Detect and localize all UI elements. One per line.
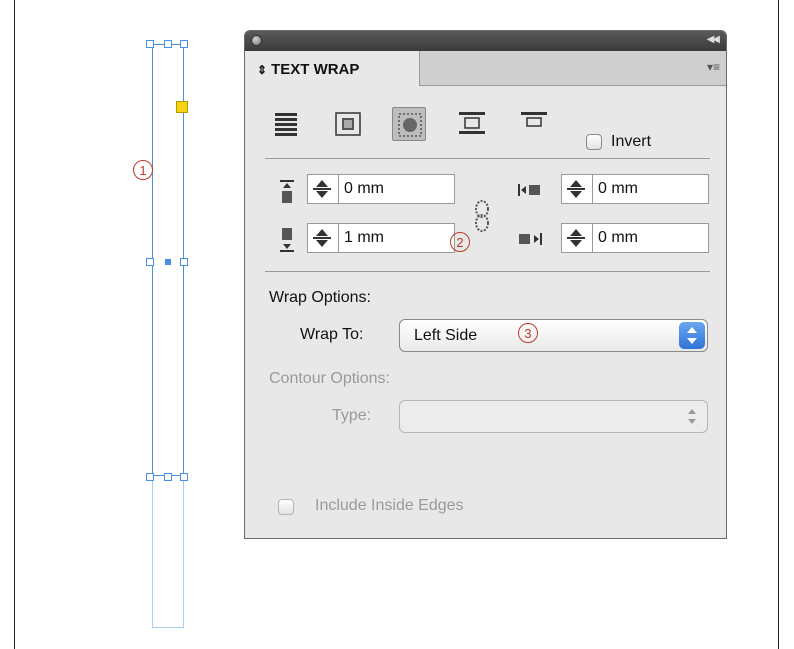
wrap-object-shape-icon — [398, 113, 422, 137]
frame-handle-mid-right[interactable] — [180, 258, 188, 266]
bottom-offset-value[interactable]: 1 mm — [344, 229, 384, 247]
wrap-options-heading: Wrap Options: — [269, 289, 371, 306]
jump-to-next-column-icon — [521, 112, 547, 127]
include-inside-edges-checkbox[interactable] — [278, 499, 294, 515]
wrap-bounding-box-button[interactable] — [331, 107, 365, 141]
left-offset-stepper[interactable]: 0 mm — [561, 174, 709, 204]
tab-label: TEXT WRAP — [271, 61, 360, 78]
callout-2: 2 — [450, 232, 470, 252]
frame-handle-top-right[interactable] — [180, 40, 188, 48]
right-offset-stepper[interactable]: 0 mm — [561, 223, 709, 253]
stepper-arrows-icon — [567, 180, 585, 198]
frame-out-port[interactable] — [176, 101, 188, 113]
bottom-offset-stepper[interactable]: 1 mm — [307, 223, 455, 253]
contour-type-select[interactable] — [399, 400, 708, 433]
right-offset-icon — [519, 233, 542, 245]
top-offset-stepper[interactable]: 0 mm — [307, 174, 455, 204]
wrap-bounding-box-icon — [335, 112, 361, 136]
panel-tabstrip: ⇕ TEXT WRAP ▾≡ — [245, 51, 726, 86]
wrap-to-value: Left Side — [414, 327, 478, 344]
stepper-arrows-icon — [313, 229, 331, 247]
frame-center-point[interactable] — [165, 259, 171, 265]
no-wrap-button[interactable] — [269, 107, 303, 141]
stepper-divider — [592, 224, 593, 252]
up-down-arrows-icon — [688, 409, 696, 424]
frame-handle-bottom-left[interactable] — [146, 473, 154, 481]
frame-handle-top-left[interactable] — [146, 40, 154, 48]
stepper-divider — [338, 175, 339, 203]
left-offset-value[interactable]: 0 mm — [598, 180, 638, 198]
separator — [265, 271, 710, 272]
select-stepper — [679, 322, 705, 349]
type-label: Type: — [332, 407, 372, 424]
invert-checkbox[interactable] — [586, 134, 602, 150]
right-offset-value[interactable]: 0 mm — [598, 229, 638, 247]
wrap-to-label: Wrap To: — [300, 326, 364, 343]
jump-to-next-column-button[interactable] — [517, 107, 551, 141]
expand-arrows-icon: ⇕ — [257, 63, 268, 77]
up-down-arrows-icon — [687, 327, 697, 344]
frame-handle-bottom-right[interactable] — [180, 473, 188, 481]
jump-object-icon — [459, 112, 485, 134]
frame-handle-bottom-center[interactable] — [164, 473, 172, 481]
link-chain-icon[interactable] — [469, 199, 495, 233]
top-offset-value[interactable]: 0 mm — [344, 180, 384, 198]
no-wrap-icon — [275, 113, 297, 136]
text-frame-wrap-boundary — [152, 476, 184, 628]
callout-1: 1 — [133, 160, 153, 180]
collapse-icon[interactable]: ◀◀ — [707, 34, 720, 45]
wrap-to-select[interactable]: Left Side — [399, 319, 708, 352]
panel-titlebar[interactable]: ◀◀ — [245, 31, 726, 51]
jump-object-button[interactable] — [455, 107, 489, 141]
include-inside-edges-label: Include Inside Edges — [315, 497, 464, 514]
top-offset-icon — [280, 180, 294, 203]
stepper-divider — [338, 224, 339, 252]
wrap-object-shape-button[interactable] — [392, 107, 426, 141]
text-wrap-panel: ◀◀ ⇕ TEXT WRAP ▾≡ Invert 0 mm 1 mm 2 0 m… — [244, 30, 727, 539]
stepper-arrows-icon — [313, 180, 331, 198]
stepper-arrows-icon — [567, 229, 585, 247]
separator — [265, 158, 710, 159]
bottom-offset-icon — [280, 228, 294, 252]
invert-label: Invert — [611, 133, 652, 150]
callout-3: 3 — [518, 323, 538, 343]
stepper-divider — [592, 175, 593, 203]
frame-handle-top-center[interactable] — [164, 40, 172, 48]
close-icon[interactable] — [251, 35, 262, 46]
select-stepper — [679, 403, 705, 430]
tab-text-wrap[interactable]: ⇕ TEXT WRAP — [245, 51, 420, 86]
left-offset-icon — [518, 184, 540, 196]
contour-options-heading: Contour Options: — [269, 370, 390, 387]
panel-menu-icon[interactable]: ▾≡ — [707, 60, 720, 74]
frame-handle-mid-left[interactable] — [146, 258, 154, 266]
